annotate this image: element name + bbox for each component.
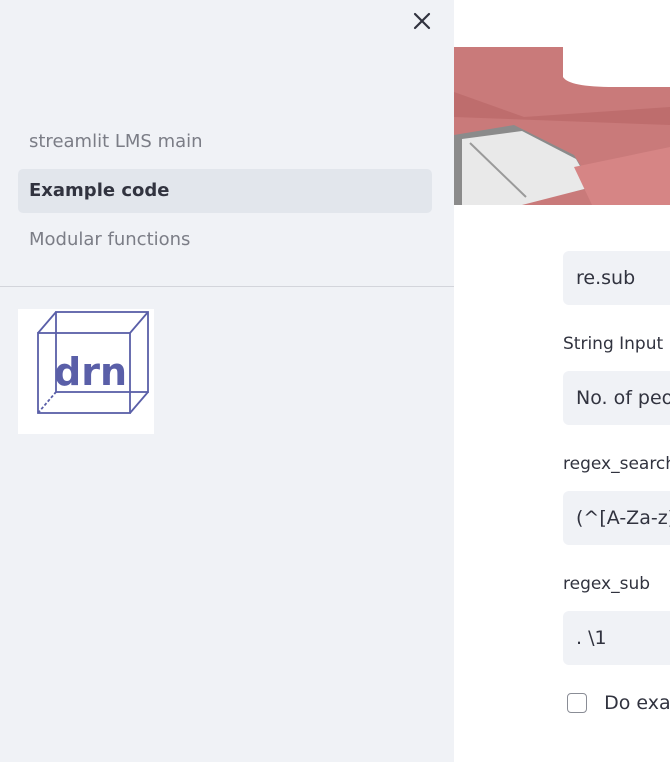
logo: drn [18, 309, 154, 434]
example-checkbox[interactable] [567, 693, 587, 713]
main-content: re.sub String Input No. of peop regex_se… [454, 0, 670, 762]
regex-sub-field[interactable]: . \1 [563, 611, 670, 665]
example-checkbox-row[interactable]: Do exar [567, 692, 670, 714]
sidebar-item-example-code[interactable]: Example code [18, 169, 432, 213]
close-icon [413, 12, 431, 30]
banner-image [454, 47, 670, 205]
sidebar-item-modular-functions[interactable]: Modular functions [18, 218, 432, 262]
cube-logo-icon: drn [37, 311, 149, 414]
regex-search-label: regex_search [563, 454, 670, 474]
logo-text: drn [54, 350, 127, 394]
sidebar-divider [0, 286, 454, 287]
string-input-field[interactable]: No. of peop [563, 371, 670, 425]
sidebar-item-streamlit-lms-main[interactable]: streamlit LMS main [18, 120, 432, 164]
string-input-label: String Input [563, 334, 664, 354]
close-sidebar-button[interactable] [409, 8, 435, 34]
regex-sub-label: regex_sub [563, 574, 651, 594]
sidebar-nav: streamlit LMS main Example code Modular … [18, 120, 432, 267]
regex-search-field[interactable]: (^[A-Za-z]) [563, 491, 670, 545]
sidebar: streamlit LMS main Example code Modular … [0, 0, 454, 762]
method-select[interactable]: re.sub [563, 251, 670, 305]
example-checkbox-label: Do exar [604, 692, 670, 714]
